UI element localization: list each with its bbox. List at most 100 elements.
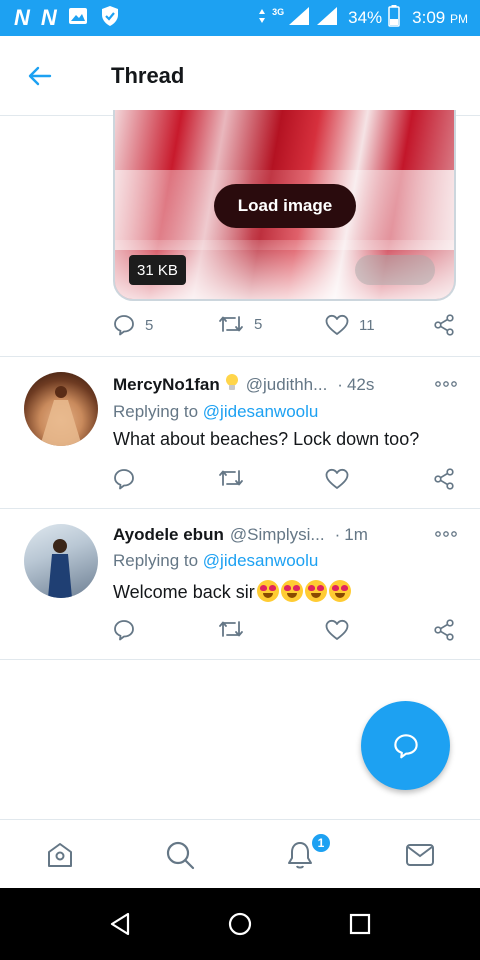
divider	[0, 659, 480, 660]
share-button[interactable]	[433, 468, 455, 490]
author-name[interactable]: MercyNo1fan	[113, 375, 220, 395]
lightbulb-icon	[224, 373, 240, 398]
reply-button[interactable]: 5	[113, 314, 153, 336]
reply-icon	[114, 469, 134, 490]
home-icon	[48, 842, 72, 867]
nav-notifications[interactable]: 1	[240, 820, 360, 889]
more-button[interactable]	[435, 374, 457, 390]
load-image-button[interactable]: Load image	[214, 184, 356, 228]
system-navigation-bar	[0, 888, 480, 960]
replying-to-label: Replying to	[113, 551, 199, 570]
nav-search[interactable]	[120, 820, 240, 889]
retweet-button[interactable]	[218, 468, 244, 488]
like-button[interactable]	[325, 468, 349, 490]
share-icon	[434, 619, 454, 641]
like-button[interactable]: 11	[325, 314, 375, 336]
page-title: Thread	[111, 62, 185, 88]
reply-button[interactable]	[113, 619, 135, 641]
compose-icon	[393, 733, 418, 758]
tweet-header: Ayodele ebun @Simplysi... · 1m	[113, 522, 463, 548]
separator: ·	[334, 525, 341, 544]
author-handle[interactable]: @Simplysi...	[230, 525, 325, 545]
retweet-icon	[219, 621, 243, 637]
messages-icon	[406, 843, 434, 866]
heart-eyes-emoji-icon	[304, 580, 327, 602]
author-handle[interactable]: @judithh...	[246, 375, 328, 395]
replying-to: Replying to @jidesanwoolu	[113, 551, 318, 571]
avatar[interactable]	[24, 524, 98, 598]
heart-eyes-emoji-icon	[328, 580, 351, 602]
status-bar: N N 3G 34% 3:09 PM	[0, 0, 480, 36]
nav-messages[interactable]	[360, 820, 480, 889]
battery-icon	[388, 4, 400, 32]
system-recents-button[interactable]	[320, 888, 400, 960]
retweet-button[interactable]: 5	[218, 314, 262, 334]
retweet-count: 5	[254, 315, 263, 333]
bottom-nav: 1	[0, 819, 480, 888]
shield-icon	[100, 5, 120, 32]
like-button[interactable]	[325, 619, 349, 641]
clock-ampm: PM	[450, 12, 468, 26]
timestamp: 1m	[344, 525, 368, 544]
compose-reply-button[interactable]	[361, 701, 450, 790]
share-icon	[434, 468, 454, 490]
system-back-button[interactable]	[80, 888, 160, 960]
mention-link[interactable]: @jidesanwoolu	[203, 402, 319, 421]
back-arrow-icon	[28, 66, 52, 85]
network-type: 3G	[272, 6, 285, 17]
square-recents-icon	[349, 913, 371, 935]
tweet-text: Welcome back sir	[113, 582, 255, 602]
like-count: 11	[359, 316, 375, 334]
heart-eyes-emoji-icon	[256, 580, 279, 602]
divider	[0, 508, 480, 509]
like-icon	[325, 314, 349, 335]
separator: ·	[337, 375, 343, 394]
replying-to: Replying to @jidesanwoolu	[113, 402, 318, 422]
retweet-button[interactable]	[218, 619, 244, 639]
divider	[0, 356, 480, 357]
battery-level: 34%	[348, 8, 383, 27]
back-button[interactable]	[0, 36, 80, 116]
triangle-back-icon	[110, 912, 130, 936]
notification-n-icon: N	[14, 5, 30, 30]
share-button[interactable]	[433, 314, 455, 336]
replying-to-label: Replying to	[113, 402, 199, 421]
tweet-text: What about beaches? Lock down too?	[113, 429, 420, 449]
more-icon	[435, 381, 457, 387]
tweet-actions	[113, 468, 463, 498]
tweet-actions	[113, 619, 463, 649]
signal-icon	[316, 6, 338, 31]
data-arrows-icon	[258, 8, 266, 29]
avatar[interactable]	[24, 372, 98, 446]
notification-badge: 1	[310, 832, 332, 854]
thread-header: Thread	[0, 36, 480, 116]
share-button[interactable]	[433, 619, 455, 641]
author-name[interactable]: Ayodele ebun	[113, 525, 224, 545]
more-button[interactable]	[435, 524, 457, 540]
blurred-image-detail	[355, 255, 435, 285]
reply-button[interactable]	[113, 468, 135, 490]
image-size-badge: 31 KB	[129, 255, 186, 285]
nav-home[interactable]	[0, 820, 120, 889]
media-preview[interactable]: Load image 31 KB	[113, 110, 456, 301]
tweet-header: MercyNo1fan @judithh... · 42s	[113, 372, 463, 398]
more-icon	[435, 531, 457, 537]
clock-time: 3:09	[412, 8, 446, 27]
reply-icon	[114, 315, 134, 336]
circle-home-icon	[228, 912, 252, 936]
share-icon	[434, 314, 454, 336]
gallery-icon	[68, 7, 88, 30]
clock: 3:09 PM	[412, 8, 468, 28]
notification-n-icon: N	[40, 5, 57, 30]
heart-eyes-emoji-icon	[280, 580, 303, 602]
search-icon	[166, 841, 195, 869]
like-icon	[325, 468, 349, 489]
mention-link[interactable]: @jidesanwoolu	[203, 551, 319, 570]
avatar-photo	[40, 386, 82, 446]
like-icon	[325, 619, 349, 640]
system-home-button[interactable]	[200, 888, 280, 960]
reply-icon	[114, 620, 134, 641]
retweet-icon	[219, 316, 243, 332]
signal-icon	[288, 6, 310, 31]
reply-count: 5	[145, 316, 154, 334]
